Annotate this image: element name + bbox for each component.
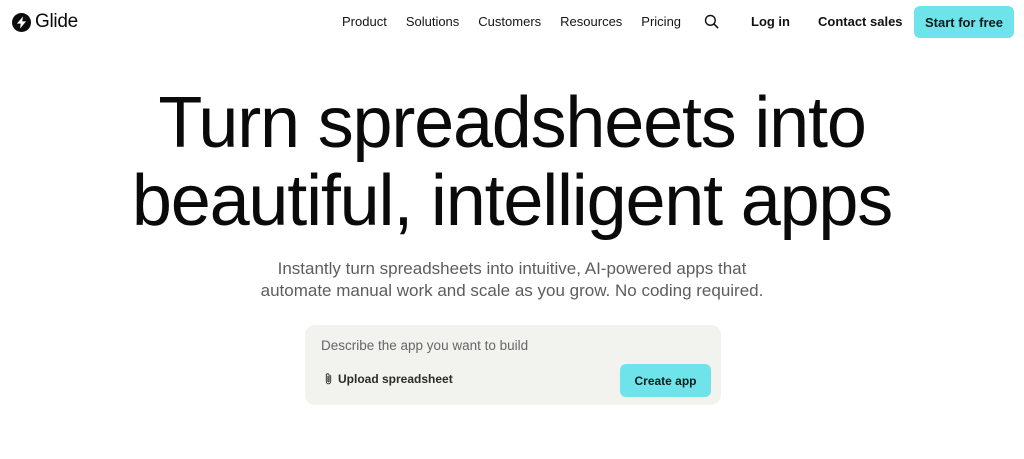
upload-spreadsheet-label: Upload spreadsheet	[338, 372, 453, 386]
app-description-input[interactable]: Describe the app you want to build	[321, 338, 528, 354]
hero-title: Turn spreadsheets into beautiful, intell…	[0, 84, 1024, 240]
search-icon[interactable]	[704, 14, 719, 29]
upload-spreadsheet-button[interactable]: Upload spreadsheet	[323, 372, 453, 386]
nav-customers[interactable]: Customers	[478, 14, 541, 30]
top-nav: Glide Product Solutions Customers Resour…	[0, 0, 1024, 44]
nav-solutions[interactable]: Solutions	[406, 14, 459, 30]
hero-subtitle-line-1: Instantly turn spreadsheets into intuiti…	[277, 259, 747, 278]
contact-sales-link[interactable]: Contact sales	[818, 14, 903, 30]
hero-title-line-2: beautiful, intelligent apps	[131, 161, 893, 241]
main-nav: Product Solutions Customers Resources Pr…	[342, 14, 681, 30]
start-for-free-button[interactable]: Start for free	[914, 6, 1014, 38]
logo[interactable]: Glide	[12, 11, 78, 33]
nav-product[interactable]: Product	[342, 14, 387, 30]
login-link[interactable]: Log in	[751, 14, 790, 30]
logo-text: Glide	[35, 11, 78, 32]
glide-logo-icon	[12, 12, 31, 32]
hero-title-line-1: Turn spreadsheets into	[158, 83, 867, 163]
hero-subtitle: Instantly turn spreadsheets into intuiti…	[0, 258, 1024, 302]
paperclip-icon	[325, 373, 332, 385]
hero-subtitle-line-2: automate manual work and scale as you gr…	[260, 281, 764, 300]
nav-resources[interactable]: Resources	[560, 14, 622, 30]
create-app-button[interactable]: Create app	[620, 364, 711, 397]
app-prompt-box[interactable]: Describe the app you want to build Uploa…	[305, 325, 721, 405]
nav-pricing[interactable]: Pricing	[641, 14, 681, 30]
